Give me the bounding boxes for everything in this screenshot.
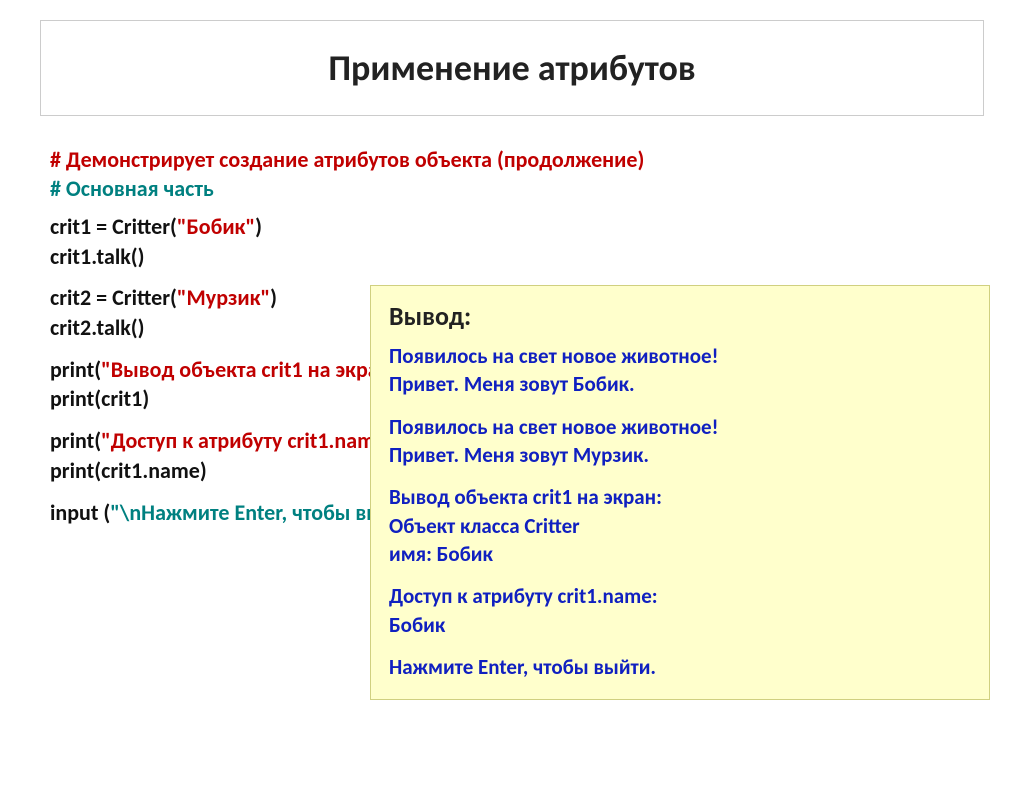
code-text: crit2.talk() [50, 314, 145, 341]
code-text: crit2 = Critter( [50, 284, 177, 311]
output-group-3: Вывод объекта crit1 на экран: Объект кла… [389, 483, 971, 568]
code-text: print(crit1) [50, 385, 149, 412]
comment-line-1: # Демонстрирует создание атрибутов объек… [50, 146, 974, 173]
output-line: Объект класса Critter [389, 513, 580, 539]
slide-title-box: Применение атрибутов [40, 20, 984, 116]
code-block-1: crit1 = Critter("Бобик") crit1.talk() [50, 212, 974, 271]
output-title: Вывод: [389, 300, 971, 332]
slide-title: Применение атрибутов [61, 46, 963, 90]
output-line: Привет. Меня зовут Бобик. [389, 371, 635, 397]
output-line: Появилось на свет новое животное! [389, 343, 718, 369]
code-text: crit1 = Critter( [50, 213, 177, 240]
output-line: Нажмите Enter, чтобы выйти. [389, 654, 656, 680]
code-string: "Доступ к атрибуту crit1.name: " [101, 427, 407, 454]
code-text: input ( [50, 499, 110, 526]
code-text: crit1.talk() [50, 243, 145, 270]
code-text: print(crit1.name) [50, 457, 207, 484]
code-text: ) [270, 284, 277, 311]
code-text: print( [50, 356, 101, 383]
output-line: Бобик [389, 612, 445, 638]
code-string: "Вывод объекта crit1 на экран:" [101, 356, 406, 383]
code-string: "Мурзик" [177, 284, 270, 311]
output-group-1: Появилось на свет новое животное! Привет… [389, 342, 971, 399]
output-line: Доступ к атрибуту crit1.name: [389, 583, 658, 609]
code-string: "Бобик" [177, 213, 255, 240]
output-line: Привет. Меня зовут Мурзик. [389, 442, 649, 468]
output-line: Появилось на свет новое животное! [389, 414, 718, 440]
comment-line-2: # Основная часть [50, 175, 974, 202]
output-group-5: Нажмите Enter, чтобы выйти. [389, 653, 971, 681]
output-line: имя: Бобик [389, 541, 493, 567]
output-group-2: Появилось на свет новое животное! Привет… [389, 413, 971, 470]
output-panel: Вывод: Появилось на свет новое животное!… [370, 285, 990, 700]
code-text: ) [255, 213, 262, 240]
output-group-4: Доступ к атрибуту crit1.name: Бобик [389, 582, 971, 639]
code-text: print( [50, 427, 101, 454]
output-line: Вывод объекта crit1 на экран: [389, 484, 662, 510]
